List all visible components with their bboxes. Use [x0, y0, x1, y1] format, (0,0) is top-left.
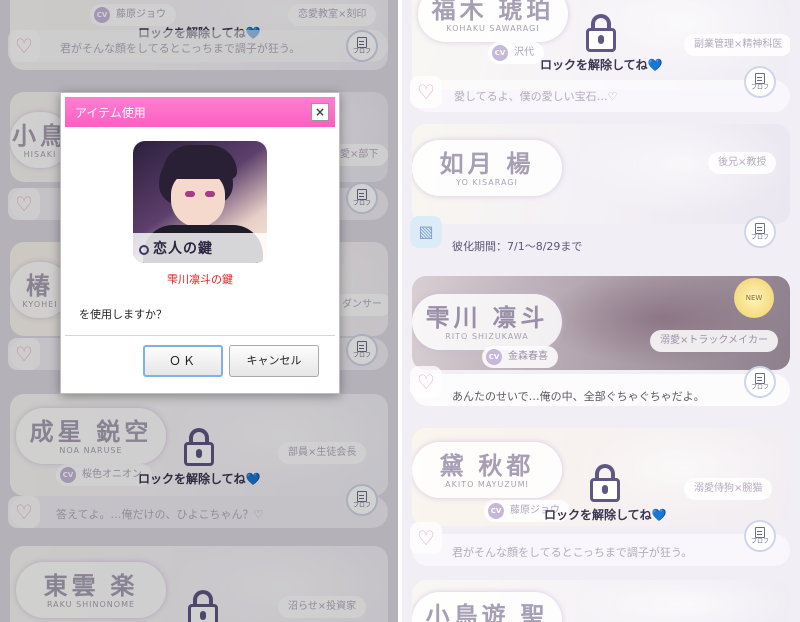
lock-text: ロックを解除してね💙: [544, 508, 667, 522]
availability-period: 彼化期間：7/1～8/29まで: [452, 240, 583, 253]
heart-icon[interactable]: ♡: [410, 76, 442, 108]
character-card[interactable]: 小鳥遊 聖: [412, 580, 790, 622]
lock-text: ロックを解除してね💙: [540, 58, 663, 72]
profile-label: プロフ: [750, 234, 769, 241]
name-plate: 小鳥遊 聖: [412, 592, 562, 622]
cv-badge: CV: [488, 503, 504, 519]
tag-pill: 副業管理×精神科医: [684, 34, 790, 56]
key-icon: [139, 245, 149, 255]
character-card[interactable]: 雫川 凛斗 RITO SHIZUKAWA CV 金森春喜 溺愛×トラックメイカー N…: [412, 276, 790, 370]
character-name: 如月 楊: [439, 151, 535, 178]
tag-pill: 後兄×教授: [708, 152, 777, 174]
character-roman: AKITO MAYUZUMI: [445, 480, 529, 489]
dialog-header: アイテム使用 ×: [65, 97, 335, 127]
heart-icon[interactable]: ♡: [410, 522, 442, 554]
profile-icon: [755, 527, 765, 538]
profile-icon: [755, 373, 765, 384]
profile-icon: [755, 223, 765, 234]
character-card[interactable]: 如月 楊 YO KISARAGI 後兄×教授: [412, 124, 790, 224]
left-character-list[interactable]: CV藤原ジョウ 恋愛教室×刻印 ロックを解除してね💙 ♡ 君がそんな顔をしてると…: [0, 0, 398, 622]
profile-button[interactable]: プロフ: [744, 520, 776, 552]
profile-label: プロフ: [750, 538, 769, 545]
item-name: 雫川凛斗の鍵: [167, 273, 233, 286]
character-quote: 愛してるよ、僕の愛しい宝石…♡: [454, 90, 618, 103]
dialog-divider: [65, 335, 335, 336]
name-plate: 黛 秋都 AKITO MAYUZUMI: [412, 442, 562, 498]
tag-pill: 溺愛侍狗×腕猫: [684, 478, 773, 500]
name-plate: 如月 楊 YO KISARAGI: [412, 140, 562, 196]
lock-overlay[interactable]: ロックを解除してね💙: [540, 14, 663, 73]
lock-icon: [586, 14, 617, 52]
item-thumbnail: 恋人の鍵: [133, 141, 267, 263]
profile-label: プロフ: [750, 84, 769, 91]
close-icon[interactable]: ×: [311, 103, 329, 121]
cv-name: 金森春喜: [508, 351, 548, 362]
cv-pill: CV 沢代: [488, 42, 544, 64]
profile-button[interactable]: プロフ: [744, 66, 776, 98]
character-name: 小鳥遊 聖: [425, 603, 549, 622]
ok-button[interactable]: ＯＫ: [143, 345, 223, 377]
character-card[interactable]: 黛 秋都 AKITO MAYUZUMI CV 藤原ジョウ 溺愛侍狗×腕猫 ロックを解…: [412, 428, 790, 526]
profile-icon: [755, 73, 765, 84]
lock-overlay[interactable]: ロックを解除してね💙: [544, 464, 667, 523]
name-plate: 雫川 凛斗 RITO SHIZUKAWA: [412, 294, 562, 350]
character-quote: 君がそんな顔をしてるとこっちまで調子が狂う。: [452, 546, 693, 559]
gallery-icon[interactable]: ▧: [410, 216, 442, 248]
character-quote: あんたのせいで…俺の中、全部ぐちゃぐちゃだよ。: [452, 390, 705, 403]
cv-badge: CV: [492, 45, 508, 61]
dialog-message: を使用しますか？: [79, 308, 167, 321]
tag-pill: 溺愛×トラックメイカー: [650, 330, 778, 352]
new-badge: NEW: [734, 278, 774, 318]
lock-icon: [590, 464, 621, 502]
profile-label: プロフ: [750, 384, 769, 391]
cv-badge: CV: [486, 349, 502, 365]
cv-name: 沢代: [514, 47, 534, 58]
dialog-title: アイテム使用: [75, 106, 146, 120]
cv-pill: CV 金森春喜: [482, 346, 558, 368]
character-roman: RITO SHIZUKAWA: [445, 332, 529, 341]
character-name: 黛 秋都: [439, 453, 535, 480]
item-use-dialog: アイテム使用 × 恋人の鍵 雫川凛斗の鍵 を使用しますか？ ＯＫ キャンセル: [60, 92, 340, 394]
item-thumbnail-title: 恋人の鍵: [153, 241, 213, 257]
profile-button[interactable]: プロフ: [744, 366, 776, 398]
character-roman: YO KISARAGI: [456, 178, 518, 187]
heart-icon[interactable]: ♡: [410, 366, 442, 398]
profile-button[interactable]: プロフ: [744, 216, 776, 248]
cancel-button[interactable]: キャンセル: [229, 345, 319, 377]
character-card[interactable]: 福木 琥珀 KOHAKU SAWARAGI CV 沢代 副業管理×精神科医 ロックを…: [412, 0, 790, 90]
right-character-list[interactable]: 福木 琥珀 KOHAKU SAWARAGI CV 沢代 副業管理×精神科医 ロックを…: [402, 0, 800, 622]
character-name: 雫川 凛斗: [425, 305, 549, 332]
